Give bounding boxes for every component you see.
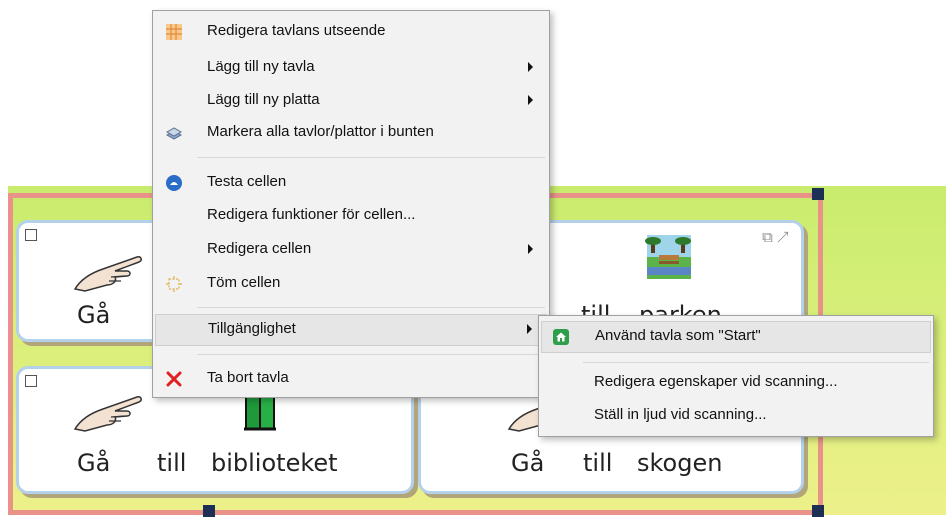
context-menu: Redigera tavlans utseende Lägg till ny t… bbox=[152, 10, 550, 398]
cell-corner-icons[interactable]: ⧉ ↗ bbox=[762, 229, 789, 246]
menu-separator bbox=[197, 157, 545, 158]
menu-item-label: Tillgänglighet bbox=[208, 320, 296, 337]
clear-icon bbox=[166, 276, 182, 292]
submenu-arrow-icon bbox=[528, 95, 533, 105]
park-icon bbox=[645, 235, 691, 279]
submenu-arrow-icon bbox=[528, 244, 533, 254]
submenu-arrow-icon bbox=[527, 324, 532, 334]
menu-item-redigera-tavlans-utseende[interactable]: Redigera tavlans utseende bbox=[155, 17, 547, 47]
menu-item-tom-cellen[interactable]: Töm cellen bbox=[155, 269, 547, 299]
grid-icon bbox=[166, 24, 182, 40]
submenu-arrow-icon bbox=[528, 62, 533, 72]
submenu-item-stall-in-ljud[interactable]: Ställ in ljud vid scanning... bbox=[541, 401, 931, 431]
cell-word: Gå bbox=[77, 301, 111, 329]
pointing-hand-icon bbox=[73, 256, 142, 292]
menu-item-label: Använd tavla som "Start" bbox=[595, 327, 761, 344]
cell-word: biblioteket bbox=[211, 449, 338, 477]
submenu-item-redigera-egenskaper[interactable]: Redigera egenskaper vid scanning... bbox=[541, 368, 931, 398]
resize-handle-bottom-right[interactable] bbox=[812, 505, 824, 517]
menu-item-redigera-funktioner[interactable]: Redigera funktioner för cellen... bbox=[155, 201, 547, 231]
menu-item-label: Lägg till ny platta bbox=[207, 91, 320, 108]
resize-handle-top-right[interactable] bbox=[812, 188, 824, 200]
menu-item-label: Redigera tavlans utseende bbox=[207, 22, 386, 39]
menu-separator bbox=[197, 354, 545, 355]
cell-checkbox[interactable] bbox=[25, 375, 37, 387]
resize-handle-bottom[interactable] bbox=[203, 505, 215, 517]
menu-item-label: Redigera egenskaper vid scanning... bbox=[594, 373, 838, 390]
menu-item-testa-cellen[interactable]: Testa cellen bbox=[155, 168, 547, 198]
cell-word: Gå bbox=[77, 449, 111, 477]
home-icon bbox=[553, 329, 569, 345]
menu-item-lagg-till-ny-tavla[interactable]: Lägg till ny tavla bbox=[155, 53, 547, 83]
menu-separator bbox=[583, 362, 929, 363]
accessibility-submenu: Använd tavla som "Start" Redigera egensk… bbox=[538, 315, 934, 437]
cell-checkbox[interactable] bbox=[25, 229, 37, 241]
menu-item-tillganglighet[interactable]: Tillgänglighet bbox=[155, 314, 547, 346]
cell-word: Gå bbox=[511, 449, 545, 477]
pointing-hand-icon bbox=[73, 396, 142, 432]
menu-item-label: Markera alla tavlor/plattor i bunten bbox=[207, 123, 434, 140]
menu-item-label: Testa cellen bbox=[207, 173, 287, 190]
delete-icon bbox=[166, 371, 182, 387]
test-icon bbox=[166, 175, 182, 191]
menu-separator bbox=[197, 307, 545, 308]
menu-item-label: Redigera funktioner för cellen... bbox=[207, 206, 416, 223]
cell-word: skogen bbox=[637, 449, 723, 477]
menu-item-ta-bort-tavla[interactable]: Ta bort tavla bbox=[155, 364, 547, 394]
submenu-item-anvand-tavla-som-start[interactable]: Använd tavla som "Start" bbox=[541, 321, 931, 353]
menu-item-redigera-cellen[interactable]: Redigera cellen bbox=[155, 235, 547, 265]
menu-item-lagg-till-ny-platta[interactable]: Lägg till ny platta bbox=[155, 86, 547, 116]
menu-item-label: Redigera cellen bbox=[207, 240, 312, 257]
stack-icon bbox=[165, 127, 183, 140]
menu-item-label: Lägg till ny tavla bbox=[207, 58, 315, 75]
menu-item-label: Töm cellen bbox=[207, 274, 281, 291]
menu-item-markera-alla[interactable]: Markera alla tavlor/plattor i bunten bbox=[155, 118, 547, 148]
cell-word: till bbox=[157, 449, 187, 477]
cell-word: till bbox=[583, 449, 613, 477]
menu-item-label: Ta bort tavla bbox=[207, 369, 289, 386]
menu-item-label: Ställ in ljud vid scanning... bbox=[594, 406, 767, 423]
